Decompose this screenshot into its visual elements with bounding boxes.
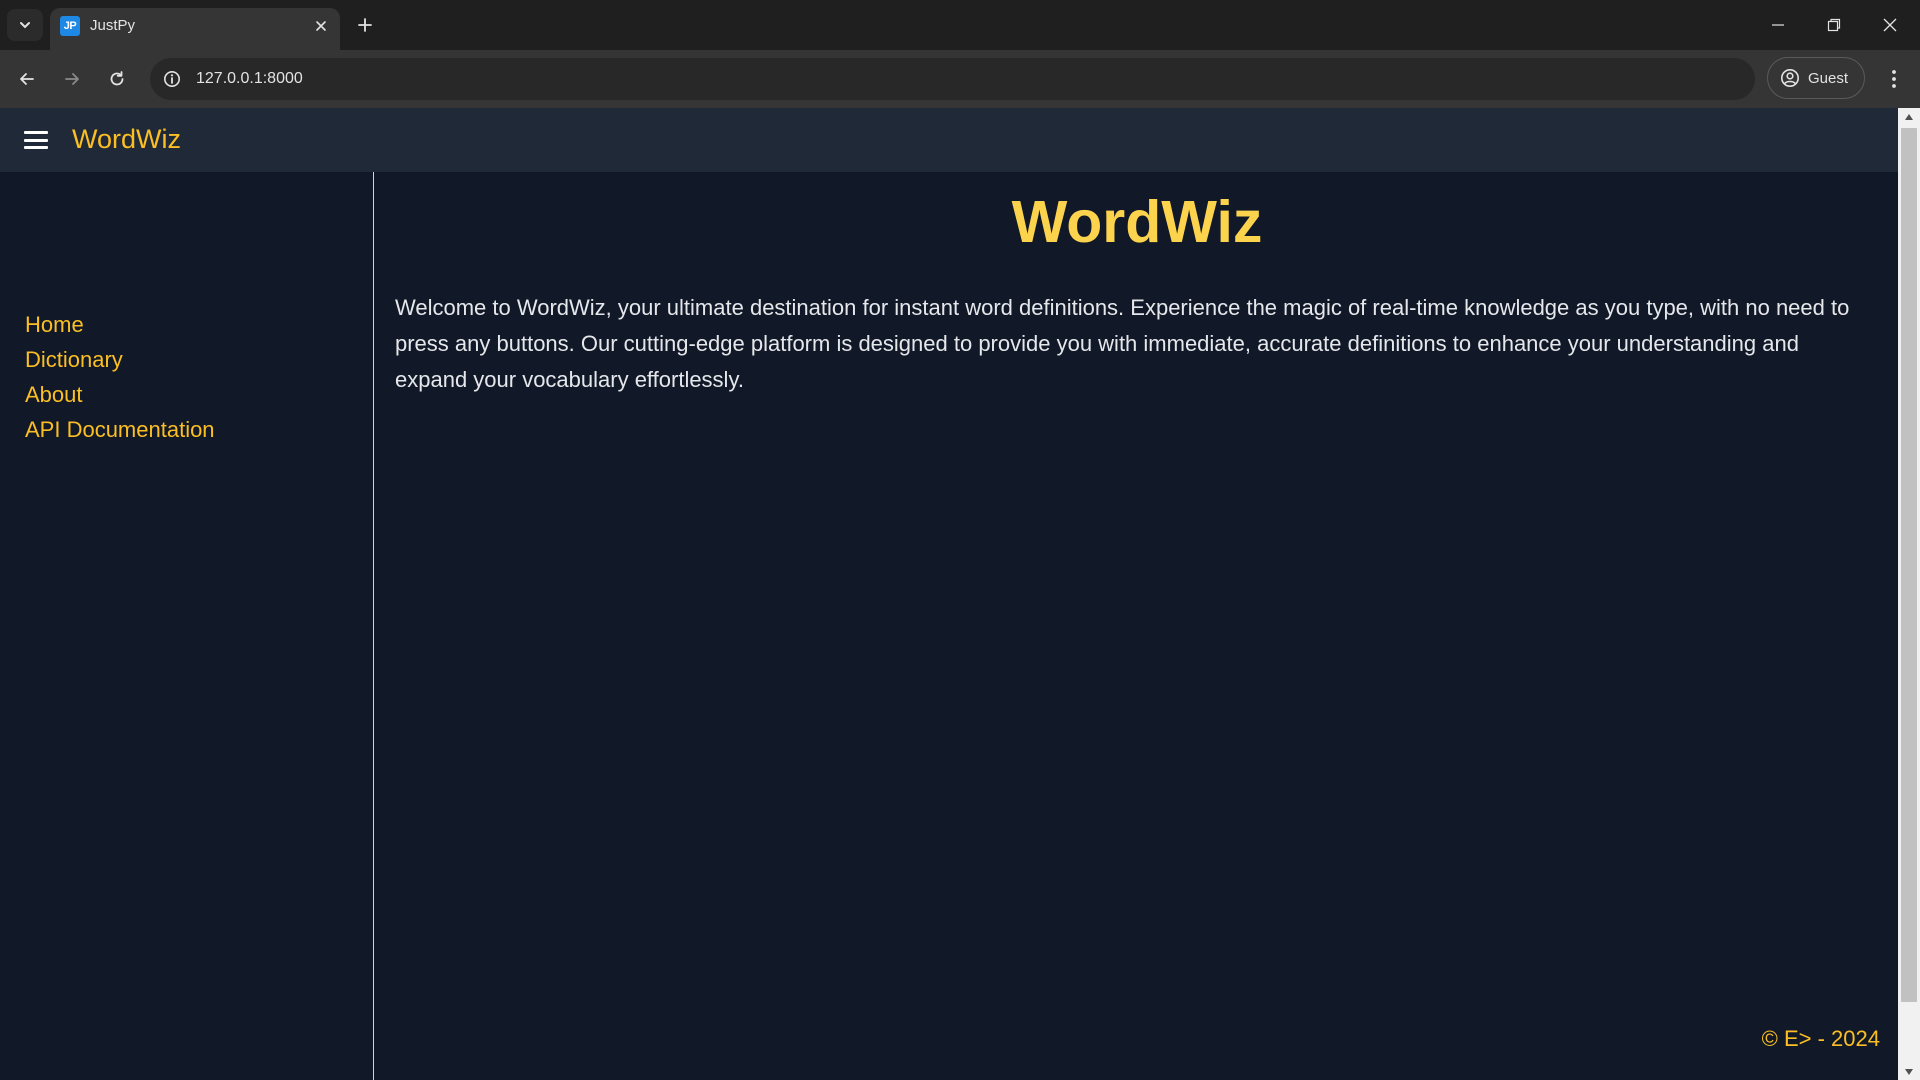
browser-titlebar: JP JustPy (0, 0, 1920, 50)
tab-close-button[interactable] (310, 15, 332, 37)
hamburger-icon[interactable] (22, 128, 50, 152)
close-icon (316, 21, 326, 31)
tab-title: JustPy (90, 17, 136, 34)
address-bar[interactable]: 127.0.0.1:8000 (150, 58, 1755, 100)
triangle-up-icon (1905, 113, 1913, 120)
app-header: WordWiz (0, 108, 1898, 172)
plus-icon (358, 18, 372, 32)
sidebar-item-home[interactable]: Home (25, 312, 84, 338)
sidebar-item-dictionary[interactable]: Dictionary (25, 347, 123, 373)
favicon-icon: JP (60, 16, 80, 36)
browser-toolbar: 127.0.0.1:8000 Guest (0, 50, 1920, 108)
kebab-menu-icon (1892, 70, 1896, 88)
reload-icon (110, 71, 124, 86)
vertical-scrollbar[interactable] (1898, 108, 1920, 1080)
scrollbar-thumb[interactable] (1901, 128, 1917, 1002)
person-circle-icon (1781, 69, 1799, 87)
brand-title[interactable]: WordWiz (72, 124, 181, 155)
close-window-button[interactable] (1862, 0, 1918, 50)
sidebar: Home Dictionary About API Documentation (0, 172, 374, 1080)
minimize-icon (1772, 24, 1784, 26)
profile-label: Guest (1808, 69, 1849, 87)
arrow-left-icon (20, 73, 34, 85)
reload-button[interactable] (99, 61, 135, 97)
browser-menu-button[interactable] (1876, 61, 1912, 97)
browser-tab[interactable]: JP JustPy (50, 8, 340, 50)
scroll-down-button[interactable] (1898, 1063, 1920, 1080)
forward-button[interactable] (54, 61, 90, 97)
new-tab-button[interactable] (350, 11, 380, 39)
intro-paragraph: Welcome to WordWiz, your ultimate destin… (395, 295, 1850, 392)
site-info-button[interactable] (162, 69, 182, 89)
info-icon (164, 71, 180, 87)
back-button[interactable] (9, 61, 45, 97)
page-viewport: WordWiz Home Dictionary About API Docume… (0, 108, 1920, 1080)
arrow-right-icon (65, 73, 79, 85)
footer-copyright: © E> - 2024 (1761, 1026, 1880, 1051)
restore-icon (1827, 18, 1841, 32)
profile-button[interactable]: Guest (1767, 57, 1865, 99)
chevron-down-icon (20, 22, 30, 29)
close-icon (1883, 18, 1897, 32)
sidebar-item-api-documentation[interactable]: API Documentation (25, 417, 215, 443)
page-title: WordWiz (1011, 189, 1263, 255)
triangle-down-icon (1905, 1068, 1913, 1075)
address-url[interactable]: 127.0.0.1:8000 (196, 70, 303, 88)
sidebar-item-about[interactable]: About (25, 382, 83, 408)
restore-button[interactable] (1806, 0, 1862, 50)
minimize-button[interactable] (1750, 0, 1806, 50)
scroll-up-button[interactable] (1898, 108, 1920, 125)
tab-search-button[interactable] (7, 9, 43, 41)
